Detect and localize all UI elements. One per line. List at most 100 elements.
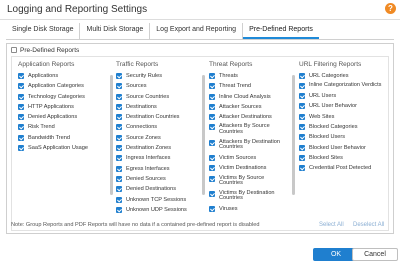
report-checkbox[interactable] [116,165,122,172]
report-checkbox[interactable] [18,73,24,79]
report-item[interactable]: Security Rules [116,73,204,79]
cancel-button[interactable]: Cancel [352,248,398,261]
report-checkbox[interactable] [299,154,305,161]
report-checkbox[interactable] [299,73,305,79]
report-checkbox[interactable] [209,83,215,90]
report-item[interactable]: Sources [116,83,204,90]
report-checkbox[interactable] [209,114,215,121]
report-checkbox[interactable] [116,145,122,152]
report-item[interactable]: Unknown UDP Sessions [116,206,204,213]
report-item[interactable]: Connections [116,124,204,131]
report-item[interactable]: Bandwidth Trend [18,134,106,141]
report-checkbox[interactable] [209,175,215,182]
report-checkbox[interactable] [209,93,215,100]
report-item[interactable]: Technology Categories [18,93,106,100]
report-checkbox[interactable] [116,124,122,131]
report-checkbox[interactable] [209,165,215,172]
help-icon[interactable]: ? [385,3,396,14]
report-checkbox[interactable] [299,83,305,90]
report-item[interactable]: Risk Trend [18,124,106,131]
report-item[interactable]: URL Categories [299,73,385,79]
report-item[interactable]: Victims By Source Countries [209,175,289,187]
report-checkbox[interactable] [18,124,24,131]
report-checkbox[interactable] [18,103,24,110]
report-item[interactable]: Victim Destinations [209,165,289,172]
report-item[interactable]: Viruses [209,206,289,213]
pre-defined-reports-checkbox[interactable] [11,47,17,54]
tab-pre-defined-reports[interactable]: Pre-Defined Reports [243,23,319,39]
report-checkbox[interactable] [18,93,24,100]
report-item[interactable]: Blocked Categories [299,123,385,130]
report-item[interactable]: Attacker Sources [209,103,289,110]
report-checkbox[interactable] [18,145,24,152]
report-checkbox[interactable] [116,175,122,182]
report-checkbox[interactable] [209,206,215,213]
report-checkbox[interactable] [116,196,122,203]
report-item[interactable]: URL Users [299,93,385,100]
report-item[interactable]: Attacker Destinations [209,114,289,121]
report-checkbox[interactable] [299,93,305,100]
report-item[interactable]: Destinations [116,103,204,110]
report-checkbox[interactable] [209,139,215,146]
report-checkbox[interactable] [209,155,215,162]
report-item[interactable]: Destination Zones [116,145,204,152]
report-checkbox[interactable] [209,73,215,79]
scrollbar[interactable] [110,75,113,195]
scrollbar[interactable] [202,75,205,195]
report-checkbox[interactable] [209,124,215,131]
report-checkbox[interactable] [18,83,24,90]
report-item[interactable]: Inline Cloud Analysis [209,93,289,100]
report-item[interactable]: Denied Sources [116,175,204,182]
report-checkbox[interactable] [299,113,305,120]
report-checkbox[interactable] [116,103,122,110]
tab-log-export-and-reporting[interactable]: Log Export and Reporting [150,23,244,39]
report-item[interactable]: Threats [209,73,289,79]
report-checkbox[interactable] [299,144,305,151]
report-checkbox[interactable] [299,103,305,110]
report-checkbox[interactable] [116,206,122,213]
report-checkbox[interactable] [116,93,122,100]
scrollbar[interactable] [292,75,295,195]
report-checkbox[interactable] [116,155,122,162]
report-item[interactable]: Threat Trend [209,83,289,90]
report-checkbox[interactable] [116,83,122,90]
report-checkbox[interactable] [18,114,24,121]
report-item[interactable]: Denied Destinations [116,186,204,193]
report-checkbox[interactable] [116,114,122,121]
report-checkbox[interactable] [299,165,305,172]
report-item[interactable]: Victim Sources [209,155,289,162]
report-item[interactable]: Blocked User Behavior [299,144,385,151]
report-item[interactable]: Attackers By Destination Countries [209,139,289,151]
report-checkbox[interactable] [116,134,122,141]
report-item[interactable]: HTTP Applications [18,103,106,110]
report-item[interactable]: Source Zones [116,134,204,141]
deselect-all-link[interactable]: Deselect All [353,222,384,228]
tab-multi-disk-storage[interactable]: Multi Disk Storage [80,23,151,39]
report-item[interactable]: Credential Post Detected [299,165,385,172]
report-checkbox[interactable] [209,190,215,197]
report-item[interactable]: Unknown TCP Sessions [116,196,204,203]
report-item[interactable]: Source Countries [116,93,204,100]
tab-single-disk-storage[interactable]: Single Disk Storage [6,23,81,39]
report-item[interactable]: Application Categories [18,83,106,90]
report-item[interactable]: Denied Applications [18,114,106,121]
report-item[interactable]: Inline Categorization Verdicts [299,82,385,90]
report-item[interactable]: Attackers By Source Countries [209,124,289,135]
report-checkbox[interactable] [18,134,24,141]
report-item[interactable]: Ingress Interfaces [116,155,204,162]
report-item[interactable]: Applications [18,73,106,79]
report-item[interactable]: Blocked Sites [299,154,385,161]
report-item[interactable]: Web Sites [299,113,385,120]
report-checkbox[interactable] [116,73,122,79]
report-checkbox[interactable] [299,123,305,130]
select-all-link[interactable]: Select All [319,222,344,228]
report-checkbox[interactable] [299,134,305,141]
report-checkbox[interactable] [209,103,215,110]
report-item[interactable]: Blocked Users [299,134,385,141]
report-item[interactable]: SaaS Application Usage [18,145,106,152]
report-item[interactable]: Victims By Destination Countries [209,190,289,202]
report-item[interactable]: Egress Interfaces [116,165,204,172]
report-item[interactable]: URL User Behavior [299,103,385,110]
report-item[interactable]: Destination Countries [116,114,204,121]
report-checkbox[interactable] [116,186,122,193]
